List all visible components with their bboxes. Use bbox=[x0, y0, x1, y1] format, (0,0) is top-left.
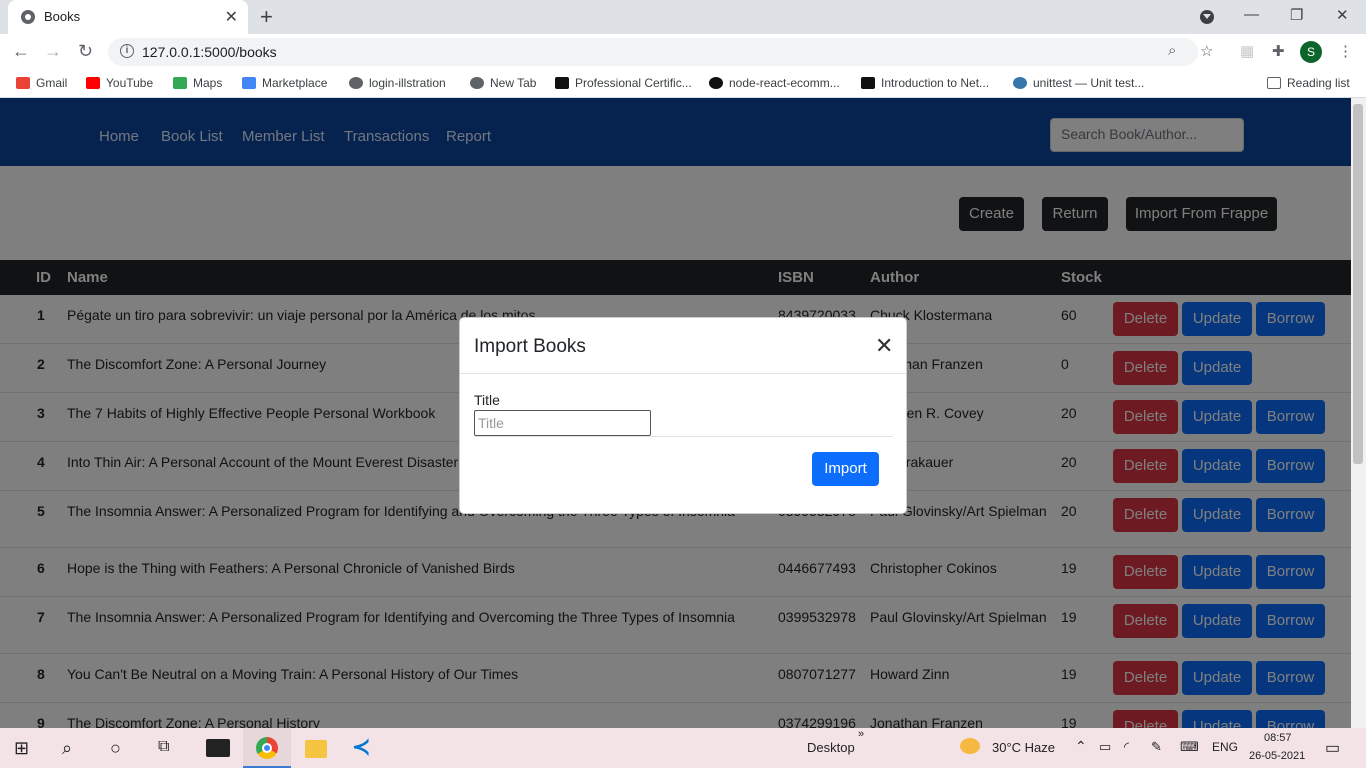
close-tab-icon[interactable]: ✕ bbox=[225, 7, 238, 27]
youtube-icon bbox=[86, 77, 100, 89]
file-explorer-icon[interactable] bbox=[305, 740, 327, 758]
globe-icon bbox=[349, 77, 363, 89]
close-icon[interactable]: ✕ bbox=[875, 333, 893, 359]
tab-search-icon[interactable] bbox=[1200, 10, 1214, 24]
vscode-icon[interactable]: ≺ bbox=[352, 734, 370, 760]
wifi-icon[interactable]: ◜ bbox=[1124, 739, 1129, 755]
battery-icon[interactable]: ▭ bbox=[1099, 739, 1111, 755]
chrome-taskbar-item[interactable] bbox=[243, 728, 291, 768]
new-tab-icon[interactable]: + bbox=[260, 4, 273, 30]
reading-list-icon bbox=[1267, 77, 1281, 89]
title-label: Title bbox=[474, 392, 500, 408]
page-content: Home Book List Member List Transactions … bbox=[0, 98, 1351, 728]
tab-title: Books bbox=[44, 9, 81, 24]
bookmark-youtube[interactable]: YouTube bbox=[86, 76, 153, 90]
zoom-icon[interactable]: ⌕ bbox=[1168, 42, 1176, 59]
weather-text[interactable]: 30°C Haze bbox=[992, 740, 1055, 755]
close-window-icon[interactable]: ✕ bbox=[1336, 6, 1349, 24]
bookmark-node-react-ecomm[interactable]: node-react-ecomm... bbox=[709, 76, 840, 90]
language-indicator[interactable]: ENG bbox=[1212, 740, 1238, 754]
divider bbox=[474, 436, 893, 437]
scrollbar-thumb[interactable] bbox=[1353, 104, 1363, 464]
modal-header: Import Books ✕ bbox=[460, 318, 906, 374]
weather-haze-icon bbox=[960, 738, 980, 754]
task-view-icon[interactable]: ⧉ bbox=[158, 738, 169, 756]
url-text[interactable]: 127.0.0.1:5000/books bbox=[142, 44, 277, 60]
modal-title: Import Books bbox=[474, 336, 586, 357]
import-button[interactable]: Import bbox=[812, 452, 879, 486]
python-icon bbox=[1013, 77, 1027, 89]
chrome-center-icon bbox=[262, 743, 272, 753]
back-icon[interactable]: ← bbox=[12, 41, 30, 62]
keyboard-icon[interactable]: ⌨ bbox=[1180, 739, 1199, 755]
restore-icon[interactable]: ❐ bbox=[1290, 6, 1303, 24]
chevron-more-icon[interactable]: » bbox=[858, 728, 864, 740]
browser-tab[interactable]: Books ✕ bbox=[8, 0, 248, 34]
minimize-icon[interactable]: — bbox=[1244, 6, 1259, 23]
globe-icon bbox=[21, 10, 35, 24]
x-logo-icon bbox=[555, 77, 569, 89]
clock-time[interactable]: 08:57 bbox=[1264, 732, 1292, 744]
extension-icon[interactable]: ▦ bbox=[1240, 42, 1254, 60]
menu-kebab-icon[interactable]: ⋮ bbox=[1338, 42, 1353, 60]
bookmark-star-icon[interactable]: ☆ bbox=[1200, 42, 1213, 60]
windows-taskbar: ⊞ ⌕ ○ ⧉ ≺ Desktop » 30°C Haze ⌃ ▭ ◜ ✎ ⌨ … bbox=[0, 728, 1366, 768]
browser-tab-strip: Books ✕ + — ❐ ✕ bbox=[0, 0, 1366, 34]
reading-list[interactable]: Reading list bbox=[1267, 76, 1350, 90]
bookmark-login-illstration[interactable]: login-illstration bbox=[349, 76, 446, 90]
bookmark-marketplace[interactable]: Marketplace bbox=[242, 76, 327, 90]
import-books-modal: Import Books ✕ Title Title Import bbox=[459, 317, 907, 514]
windows-start-icon[interactable]: ⊞ bbox=[14, 738, 29, 759]
github-icon bbox=[709, 77, 723, 89]
reload-icon[interactable]: ↻ bbox=[78, 41, 93, 62]
pen-icon[interactable]: ✎ bbox=[1151, 739, 1162, 755]
notification-icon[interactable]: ▭ bbox=[1325, 738, 1340, 758]
title-input[interactable]: Title bbox=[474, 410, 651, 436]
bookmarks-bar: Gmail YouTube Maps Marketplace login-ill… bbox=[0, 70, 1366, 98]
chevron-up-icon[interactable]: ⌃ bbox=[1075, 738, 1087, 755]
globe-icon bbox=[470, 77, 484, 89]
search-icon[interactable]: ⌕ bbox=[62, 738, 72, 759]
bookmark-professional-certific[interactable]: Professional Certific... bbox=[555, 76, 692, 90]
bookmark-maps[interactable]: Maps bbox=[173, 76, 222, 90]
bookmark-new-tab[interactable]: New Tab bbox=[470, 76, 536, 90]
address-bar[interactable]: i 127.0.0.1:5000/books bbox=[108, 38, 1198, 66]
cortana-icon[interactable]: ○ bbox=[110, 738, 121, 759]
bookmark-gmail[interactable]: Gmail bbox=[16, 76, 67, 90]
clock-date[interactable]: 26-05-2021 bbox=[1249, 750, 1305, 762]
forward-icon[interactable]: → bbox=[44, 41, 62, 62]
x-logo-icon bbox=[861, 77, 875, 89]
marketplace-icon bbox=[242, 77, 256, 89]
extensions-puzzle-icon[interactable]: ✚ bbox=[1272, 42, 1285, 60]
bookmark-introduction-to-net[interactable]: Introduction to Net... bbox=[861, 76, 989, 90]
gmail-icon bbox=[16, 77, 30, 89]
maps-icon bbox=[173, 77, 187, 89]
profile-avatar[interactable]: S bbox=[1300, 41, 1322, 63]
site-info-icon[interactable]: i bbox=[120, 44, 134, 58]
desktop-toolbar-label[interactable]: Desktop bbox=[807, 740, 855, 755]
terminal-icon[interactable] bbox=[206, 739, 230, 757]
bookmark-unittest[interactable]: unittest — Unit test... bbox=[1013, 76, 1144, 90]
